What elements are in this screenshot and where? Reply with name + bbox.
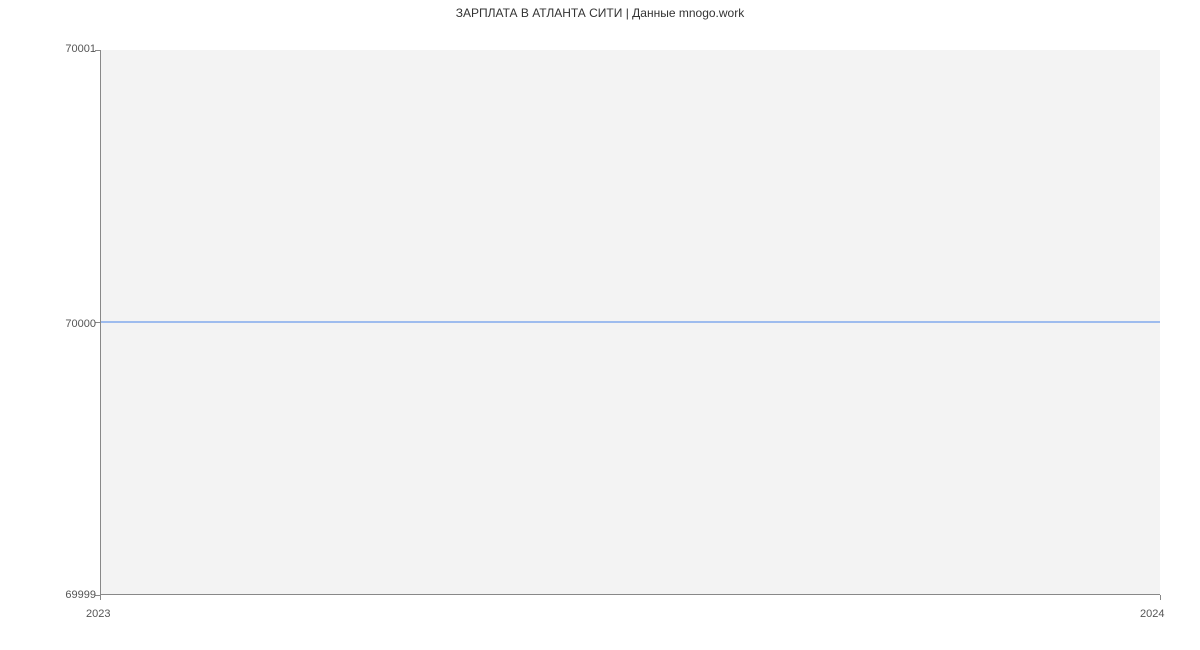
x-tickmark: [1160, 595, 1161, 600]
plot-area: [100, 50, 1160, 595]
y-tick-label: 70001: [65, 43, 96, 55]
chart-title: ЗАРПЛАТА В АТЛАНТА СИТИ | Данные mnogo.w…: [0, 6, 1200, 20]
data-line: [101, 322, 1160, 323]
y-tick-label: 70000: [65, 318, 96, 330]
y-tick-label: 69999: [65, 589, 96, 601]
x-tick-label: 2024: [1140, 608, 1164, 620]
x-tickmark: [100, 595, 101, 600]
x-tick-label: 2023: [86, 608, 110, 620]
